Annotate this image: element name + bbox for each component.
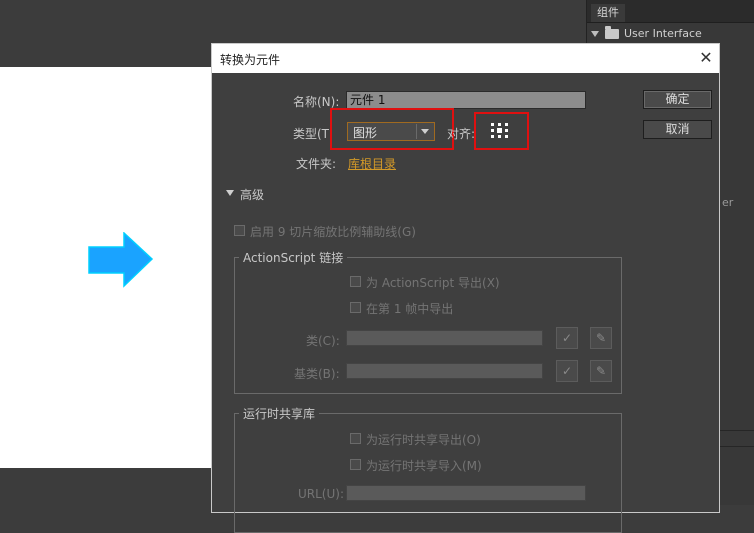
export-rsl-checkbox[interactable] bbox=[350, 433, 361, 444]
folder-icon bbox=[605, 26, 619, 39]
pencil-icon[interactable]: ✎ bbox=[590, 360, 612, 382]
dropdown-separator bbox=[416, 124, 417, 139]
dialog-title: 转换为元件 bbox=[220, 53, 281, 67]
class-label: 类(C): bbox=[306, 334, 340, 348]
export-actionscript-checkbox[interactable] bbox=[350, 276, 361, 287]
type-dropdown[interactable]: 图形 bbox=[347, 122, 435, 141]
import-rsl-checkbox[interactable] bbox=[350, 459, 361, 470]
advanced-expand-icon[interactable] bbox=[226, 190, 234, 196]
convert-to-symbol-dialog: 转换为元件 ✕ 名称(N): 元件 1 确定 取消 类型(T 图形 对齐: 文件… bbox=[211, 43, 720, 533]
class-input[interactable] bbox=[346, 330, 543, 346]
tree-item-label: User Interface bbox=[624, 27, 702, 40]
components-tabbar: 组件 bbox=[587, 0, 754, 23]
export-rsl-label: 为运行时共享导出(O) bbox=[366, 433, 481, 447]
scale9-checkbox[interactable] bbox=[234, 225, 245, 236]
close-icon[interactable]: ✕ bbox=[696, 48, 716, 68]
cancel-button[interactable]: 取消 bbox=[643, 120, 712, 139]
import-rsl-label: 为运行时共享导入(M) bbox=[366, 459, 482, 473]
type-dropdown-value: 图形 bbox=[353, 126, 378, 140]
tree-item-user-interface[interactable]: User Interface bbox=[591, 26, 702, 42]
registration-grid-icon[interactable] bbox=[490, 122, 510, 140]
export-frame1-label: 在第 1 帧中导出 bbox=[366, 302, 454, 316]
scale9-label: 启用 9 切片缩放比例辅助线(G) bbox=[250, 225, 416, 239]
runtime-shared-library-title: 运行时共享库 bbox=[239, 405, 320, 422]
base-class-input[interactable] bbox=[346, 363, 543, 379]
actionscript-group-title: ActionScript 链接 bbox=[239, 249, 348, 266]
type-label: 类型(T bbox=[293, 127, 330, 141]
ok-button[interactable]: 确定 bbox=[643, 90, 712, 109]
pencil-icon[interactable]: ✎ bbox=[590, 327, 612, 349]
folder-label: 文件夹: bbox=[296, 157, 337, 171]
chevron-down-icon bbox=[421, 129, 429, 134]
advanced-label[interactable]: 高级 bbox=[240, 186, 264, 203]
base-class-label: 基类(B): bbox=[294, 367, 340, 381]
url-input[interactable] bbox=[346, 485, 586, 501]
blue-arrow-shape[interactable] bbox=[88, 232, 154, 288]
check-icon[interactable]: ✓ bbox=[556, 360, 578, 382]
export-actionscript-label: 为 ActionScript 导出(X) bbox=[366, 276, 500, 290]
library-root-link[interactable]: 库根目录 bbox=[348, 155, 396, 172]
url-label: URL(U): bbox=[298, 487, 344, 501]
expand-triangle-icon[interactable] bbox=[591, 31, 599, 37]
align-label: 对齐: bbox=[447, 127, 476, 141]
partially-hidden-label: er bbox=[722, 196, 734, 209]
name-input[interactable]: 元件 1 bbox=[346, 91, 586, 109]
dialog-titlebar[interactable]: 转换为元件 ✕ bbox=[212, 44, 719, 73]
check-icon[interactable]: ✓ bbox=[556, 327, 578, 349]
components-tab[interactable]: 组件 bbox=[591, 4, 625, 22]
export-frame1-checkbox[interactable] bbox=[350, 302, 361, 313]
